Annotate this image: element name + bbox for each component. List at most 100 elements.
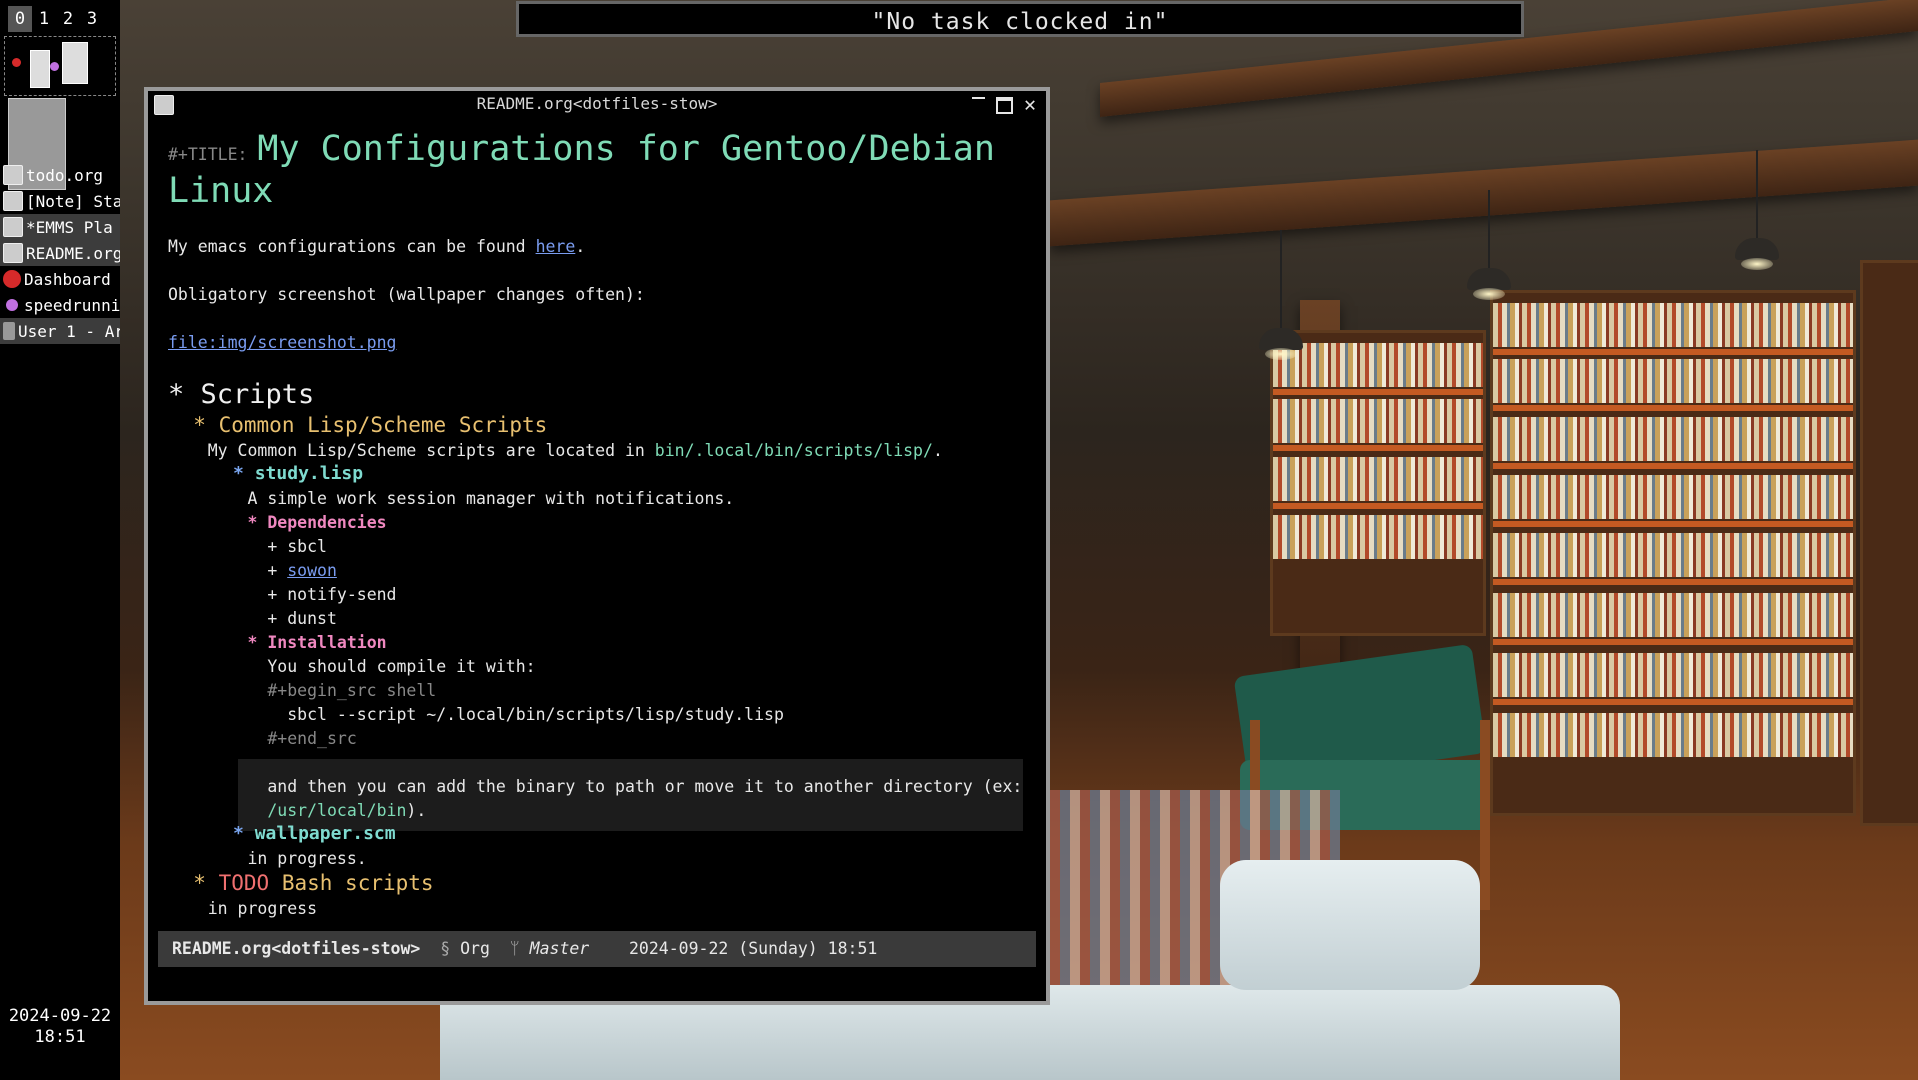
minimize-button[interactable]: [966, 91, 990, 117]
pager-cell: [4, 36, 116, 96]
branch-icon: ᛘ: [509, 939, 520, 958]
lisp-path: bin/.local/bin/scripts/lisp/: [654, 441, 933, 460]
heading-text: Dependencies: [267, 513, 387, 532]
mode-line[interactable]: README.org<dotfiles-stow> § Org ᛘ Master…: [158, 931, 1036, 967]
workspace-2[interactable]: 2: [56, 6, 80, 32]
emacs-icon: [3, 217, 23, 237]
wallpaper-sofa-arm: [1220, 860, 1480, 990]
window-titlebar[interactable]: README.org<dotfiles-stow> ✕: [148, 91, 1046, 117]
dep-text: sbcl: [287, 537, 327, 556]
clock-time: 18:51: [34, 1027, 86, 1047]
speedrun-icon: [6, 299, 18, 311]
doc-title-cont: Linux: [168, 171, 274, 211]
bash-description: in progress: [168, 899, 317, 918]
heading-installation[interactable]: * Installation: [168, 633, 387, 652]
modeline-datetime: 2024-09-22 (Sunday) 18:51: [629, 939, 878, 958]
text: sbcl --script ~/.local/bin/scripts/lisp/…: [287, 705, 784, 724]
maximize-button[interactable]: [992, 91, 1016, 117]
modeline-mode: Org: [460, 939, 490, 958]
wallpaper-description: in progress.: [168, 849, 367, 868]
todo-keyword: TODO: [218, 871, 270, 895]
task-label: Dashboard: [24, 269, 111, 289]
text: #+end_src: [267, 729, 357, 748]
task-todo-org[interactable]: todo.org: [0, 162, 120, 188]
emacs-icon: [154, 95, 174, 115]
close-button[interactable]: ✕: [1018, 91, 1042, 117]
window-title: README.org<dotfiles-stow>: [476, 94, 718, 113]
task-label: README.org: [26, 243, 120, 263]
task-label: *EMMS Pla: [26, 217, 113, 237]
task-label: User 1 - Ar: [18, 321, 120, 341]
wallpaper-bookshelf: [1270, 330, 1486, 636]
text: ).: [406, 801, 427, 820]
workspace-3[interactable]: 3: [80, 6, 104, 32]
heading-text: Common Lisp/Scheme Scripts: [218, 413, 548, 437]
task-emms-playlist[interactable]: *EMMS Pla: [0, 214, 120, 240]
dep-item: + dunst: [168, 609, 337, 628]
workspace-pager[interactable]: [4, 36, 116, 190]
task-readme-org[interactable]: README.org: [0, 240, 120, 266]
workspace-1[interactable]: 1: [32, 6, 56, 32]
minimize-icon: [971, 97, 985, 99]
org-clock-status-bar: "No task clocked in": [516, 1, 1524, 37]
sowon-link[interactable]: sowon: [287, 561, 337, 580]
heading-dependencies[interactable]: * Dependencies: [168, 513, 387, 532]
text: You should compile it with:: [267, 657, 536, 676]
heading-text: Bash scripts: [281, 871, 434, 895]
text: #+begin_src shell: [267, 681, 437, 700]
task-label: speedrunnin: [24, 295, 120, 315]
heading-text: Installation: [267, 633, 387, 652]
after-install-text: and then you can add the binary to path …: [168, 777, 1022, 796]
workspace-switcher: 0 1 2 3: [8, 6, 104, 32]
dep-item: + sbcl: [168, 537, 327, 556]
workspace-0[interactable]: 0: [8, 6, 32, 32]
paragraph-screenshot: Obligatory screenshot (wallpaper changes…: [168, 285, 645, 304]
close-icon: ✕: [1023, 92, 1037, 116]
wallpaper-lamp: [1735, 238, 1779, 270]
emacs-icon: [3, 165, 23, 185]
heading-bash-scripts[interactable]: * TODO Bash scripts: [168, 871, 434, 895]
text: .: [575, 237, 586, 256]
wallpaper-beam: [1050, 139, 1918, 247]
dep-text: notify-send: [287, 585, 397, 604]
maximize-icon: [995, 97, 1013, 114]
task-label: [Note] Sta: [26, 191, 120, 211]
task-user-app[interactable]: User 1 - Ar: [0, 318, 120, 344]
src-code-line: sbcl --script ~/.local/bin/scripts/lisp/…: [168, 705, 784, 724]
heading-wallpaper-scm[interactable]: * wallpaper.scm: [168, 823, 396, 844]
modeline-buffer: README.org<dotfiles-stow>: [172, 939, 421, 958]
heading-text: study.lisp: [254, 463, 364, 484]
pager-window-thumb: [12, 58, 21, 67]
emacs-window[interactable]: README.org<dotfiles-stow> ✕ #+TITLE: My …: [144, 87, 1050, 1005]
user-app-icon: [3, 322, 15, 340]
heading-study-lisp[interactable]: * study.lisp: [168, 463, 363, 484]
pager-window-thumb: [50, 62, 59, 71]
text: A simple work session manager with notif…: [247, 489, 735, 508]
here-link[interactable]: here: [536, 237, 576, 256]
org-buffer[interactable]: #+TITLE: My Configurations for Gentoo/De…: [168, 119, 1026, 937]
heading-scripts[interactable]: * Scripts: [168, 379, 314, 410]
panel-clock: 2024-09-22 18:51: [0, 1006, 120, 1048]
task-note[interactable]: [Note] Sta: [0, 188, 120, 214]
wallpaper-lamp: [1467, 268, 1511, 300]
wallpaper-chair-leg: [1480, 720, 1490, 910]
pager-window-thumb: [62, 42, 88, 84]
clock-status-text: "No task clocked in": [871, 9, 1169, 35]
dep-item: + sowon: [168, 561, 337, 580]
pager-window-thumb: [30, 50, 50, 88]
task-dashboard[interactable]: Dashboard: [0, 266, 120, 292]
study-description: A simple work session manager with notif…: [168, 489, 734, 508]
dashboard-icon: [3, 270, 21, 288]
task-speedrunning[interactable]: speedrunnin: [0, 292, 120, 318]
heading-lisp-scripts[interactable]: * Common Lisp/Scheme Scripts: [168, 413, 547, 437]
dep-text: dunst: [287, 609, 337, 628]
dep-item: + notify-send: [168, 585, 397, 604]
src-end: #+end_src: [168, 729, 357, 748]
path-text: /usr/local/bin: [267, 801, 407, 820]
modeline-branch: Master: [529, 939, 590, 958]
after-install-path: /usr/local/bin).: [168, 801, 426, 820]
src-begin: #+begin_src shell: [168, 681, 436, 700]
text: in progress.: [247, 849, 367, 868]
paragraph-emacs-config: My emacs configurations can be found her…: [168, 237, 585, 256]
screenshot-file-link[interactable]: file:img/screenshot.png: [168, 333, 396, 352]
